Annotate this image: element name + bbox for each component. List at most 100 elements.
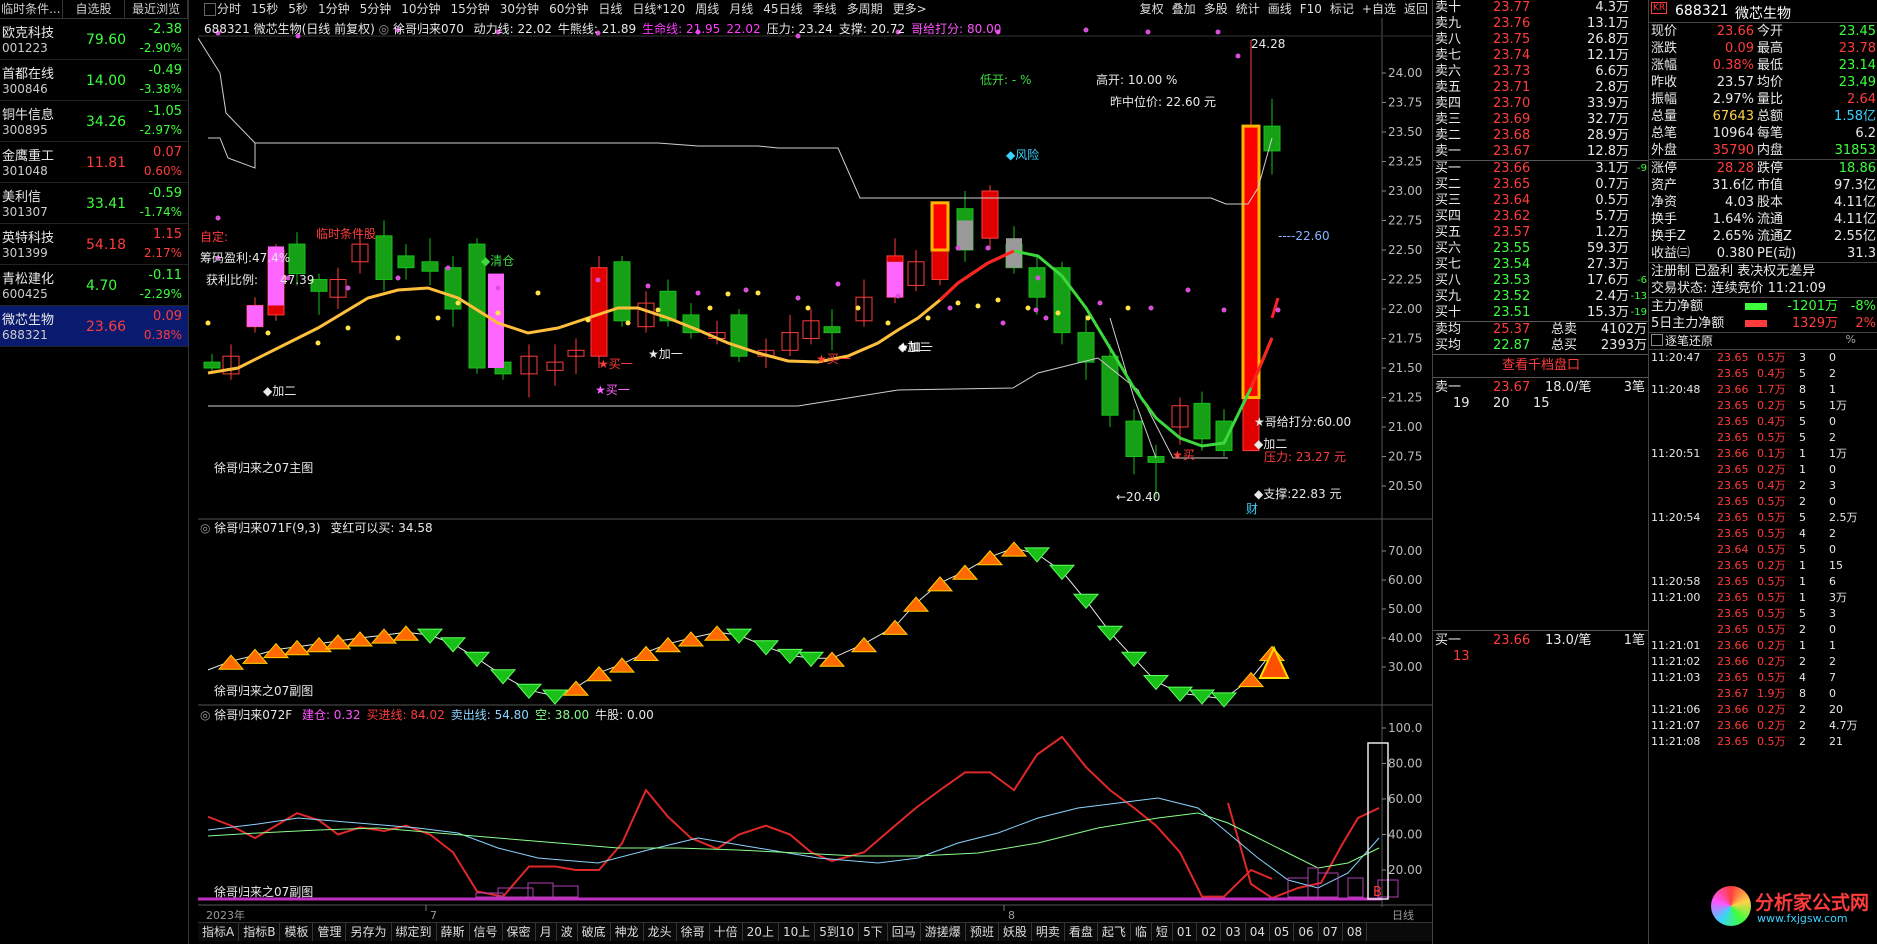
watchlist-row[interactable]: 青松建化 600425 4.70 -0.11 -2.29% [0,265,188,306]
period-7[interactable]: 30分钟 [495,0,544,18]
period-4[interactable]: 5分钟 [355,0,397,18]
period-16[interactable]: 更多> [888,0,932,18]
indicator-tab[interactable]: 龙头 [644,923,677,941]
indicator-tab[interactable]: 05 [1270,923,1295,941]
indicator-tab[interactable]: 破底 [578,923,611,941]
indicator-tab[interactable]: 03 [1221,923,1246,941]
toolbar-btn-4[interactable]: 画线 [1264,0,1296,18]
watchlist-row[interactable]: 微芯生物 688321 23.66 0.09 0.38% [0,306,188,347]
period-1[interactable]: 15秒 [246,0,283,18]
indicator-tab[interactable]: 5下 [859,923,888,941]
chart-area[interactable]: 24.00 23.75 23.50 23.25 23.00 22.75 22.50 22.25… [197,18,1432,940]
watchlist-row[interactable]: 铜牛信息 300895 34.26 -1.05 -2.97% [0,101,188,142]
indicator-tab[interactable]: 薛斯 [437,923,470,941]
tab-favorites[interactable]: 自选股 [63,0,126,18]
toolbar-btn-2[interactable]: 多股 [1200,0,1232,18]
period-0[interactable]: 分时 [212,0,246,18]
period-2[interactable]: 5秒 [283,0,313,18]
indicator-tab[interactable]: 短 [1152,923,1173,941]
indicator-tab[interactable]: 02 [1197,923,1222,941]
orderbook-row[interactable]: 卖四 23.70 33.9万 [1433,96,1649,112]
period-11[interactable]: 周线 [690,0,724,18]
tab-recent[interactable]: 最近浏览 [125,0,189,18]
indicator-tab[interactable]: 徐哥 [677,923,710,941]
indicator-tab[interactable]: 十倍 [710,923,743,941]
orderbook-row[interactable]: 卖九 23.76 13.1万 [1433,16,1649,32]
orderbook-row[interactable]: 卖七 23.74 12.1万 [1433,48,1649,64]
indicator-tab[interactable]: 04 [1246,923,1271,941]
indicator-tab[interactable]: 波 [557,923,578,941]
watchlist-row[interactable]: 金鹰重工 301048 11.81 0.07 0.60% [0,142,188,183]
toolbar-btn-5[interactable]: F10 [1296,0,1326,18]
indicator-tab[interactable]: 临 [1131,923,1152,941]
orderbook-row[interactable]: 卖一 23.67 12.8万 [1433,144,1649,160]
scroll-left-arrow[interactable] [204,3,216,16]
depth-link[interactable]: 查看千档盘口 [1433,355,1649,378]
indicator-tab[interactable]: 预班 [966,923,999,941]
indicator-tab[interactable]: 看盘 [1065,923,1098,941]
indicator-tab[interactable]: 神龙 [611,923,644,941]
orderbook-row[interactable]: 买一 23.66 3.1万 -9 [1433,161,1649,177]
orderbook-row[interactable]: 买四 23.62 5.7万 [1433,209,1649,225]
watchlist-row[interactable]: 英特科技 301399 54.18 1.15 2.17% [0,224,188,265]
indicator-tab[interactable]: 管理 [313,923,347,941]
orderbook-row[interactable]: 卖三 23.69 32.7万 [1433,112,1649,128]
indicator-name[interactable]: 徐哥归来070 [393,22,464,36]
watchlist-row[interactable]: 美利信 301307 33.41 -0.59 -1.74% [0,183,188,224]
orderbook-row[interactable]: 卖五 23.71 2.8万 [1433,80,1649,96]
period-15[interactable]: 多周期 [842,0,888,18]
period-3[interactable]: 1分钟 [313,0,355,18]
indicator-tab[interactable]: 保密 [503,923,536,941]
orderbook-row[interactable]: 买六 23.55 59.3万 [1433,241,1649,257]
watchlist-row[interactable]: 首都在线 300846 14.00 -0.49 -3.38% [0,60,188,101]
period-12[interactable]: 月线 [724,0,758,18]
indicator-tab[interactable]: 明卖 [1032,923,1065,941]
dropdown-icon[interactable]: ◎ [379,22,393,36]
toolbar-btn-6[interactable]: 标记 [1326,0,1358,18]
period-8[interactable]: 60分钟 [544,0,593,18]
indicator-tab[interactable]: 绑定到 [392,923,437,941]
indicator-tab[interactable]: 信号 [470,923,503,941]
settings-icon[interactable]: % [1846,333,1856,346]
indicator-tab[interactable]: 起飞 [1098,923,1131,941]
tab-temp-condition[interactable]: 临时条件... [0,0,63,18]
indicator-tab[interactable]: 06 [1294,923,1319,941]
toolbar-btn-0[interactable]: 复权 [1136,0,1168,18]
orderbook-row[interactable]: 买九 23.52 2.4万 -13 [1433,289,1649,305]
indicator-tab[interactable]: 10上 [779,923,816,941]
sub1-indicator-name[interactable]: 徐哥归来071F(9,3) [214,521,320,535]
orderbook-row[interactable]: 卖十 23.77 4.3万 [1433,0,1649,16]
orderbook-row[interactable]: 买八 23.53 17.6万 -6 [1433,273,1649,289]
toolbar-btn-3[interactable]: 统计 [1232,0,1264,18]
sub2-indicator-name[interactable]: 徐哥归来072F [214,708,292,722]
indicator-tab[interactable]: 月 [536,923,557,941]
indicator-tab[interactable]: 回马 [888,923,921,941]
watchlist-row[interactable]: 欧克科技 001223 79.60 -2.38 -2.90% [0,19,188,60]
period-5[interactable]: 10分钟 [396,0,445,18]
kline-chart-svg[interactable]: 24.00 23.75 23.50 23.25 23.00 22.75 22.50 22.25… [197,18,1432,940]
indicator-tab[interactable]: 另存为 [346,923,392,941]
toolbar-btn-8[interactable]: 返回 [1400,0,1432,18]
indicator-tab[interactable]: 07 [1319,923,1343,941]
indicator-tab[interactable]: 妖股 [999,923,1032,941]
orderbook-row[interactable]: 卖八 23.75 26.8万 [1433,32,1649,48]
toolbar-btn-1[interactable]: 叠加 [1168,0,1200,18]
indicator-tab[interactable]: 指标B [239,923,281,941]
orderbook-row[interactable]: 卖二 23.68 28.9万 [1433,128,1649,144]
toolbar-btn-7[interactable]: +自选 [1358,0,1400,18]
orderbook-row[interactable]: 买二 23.65 0.7万 [1433,177,1649,193]
period-9[interactable]: 日线 [593,0,627,18]
orderbook-row[interactable]: 买五 23.57 1.2万 [1433,225,1649,241]
orderbook-row[interactable]: 买七 23.54 27.3万 [1433,257,1649,273]
indicator-tab[interactable]: 08 [1343,923,1368,941]
indicator-tab[interactable]: 模板 [280,923,314,941]
orderbook-row[interactable]: 卖六 23.73 6.6万 [1433,64,1649,80]
period-14[interactable]: 季线 [808,0,842,18]
indicator-tab[interactable]: 游搓爆 [921,923,966,941]
indicator-tab[interactable]: 5到10 [815,923,860,941]
sub2-indicator-icon[interactable]: ◎ [200,708,214,722]
orderbook-row[interactable]: 买十 23.51 15.3万 -19 [1433,305,1649,321]
period-6[interactable]: 15分钟 [446,0,495,18]
indicator-tab[interactable]: 20上 [743,923,779,941]
period-13[interactable]: 45日线 [758,0,807,18]
